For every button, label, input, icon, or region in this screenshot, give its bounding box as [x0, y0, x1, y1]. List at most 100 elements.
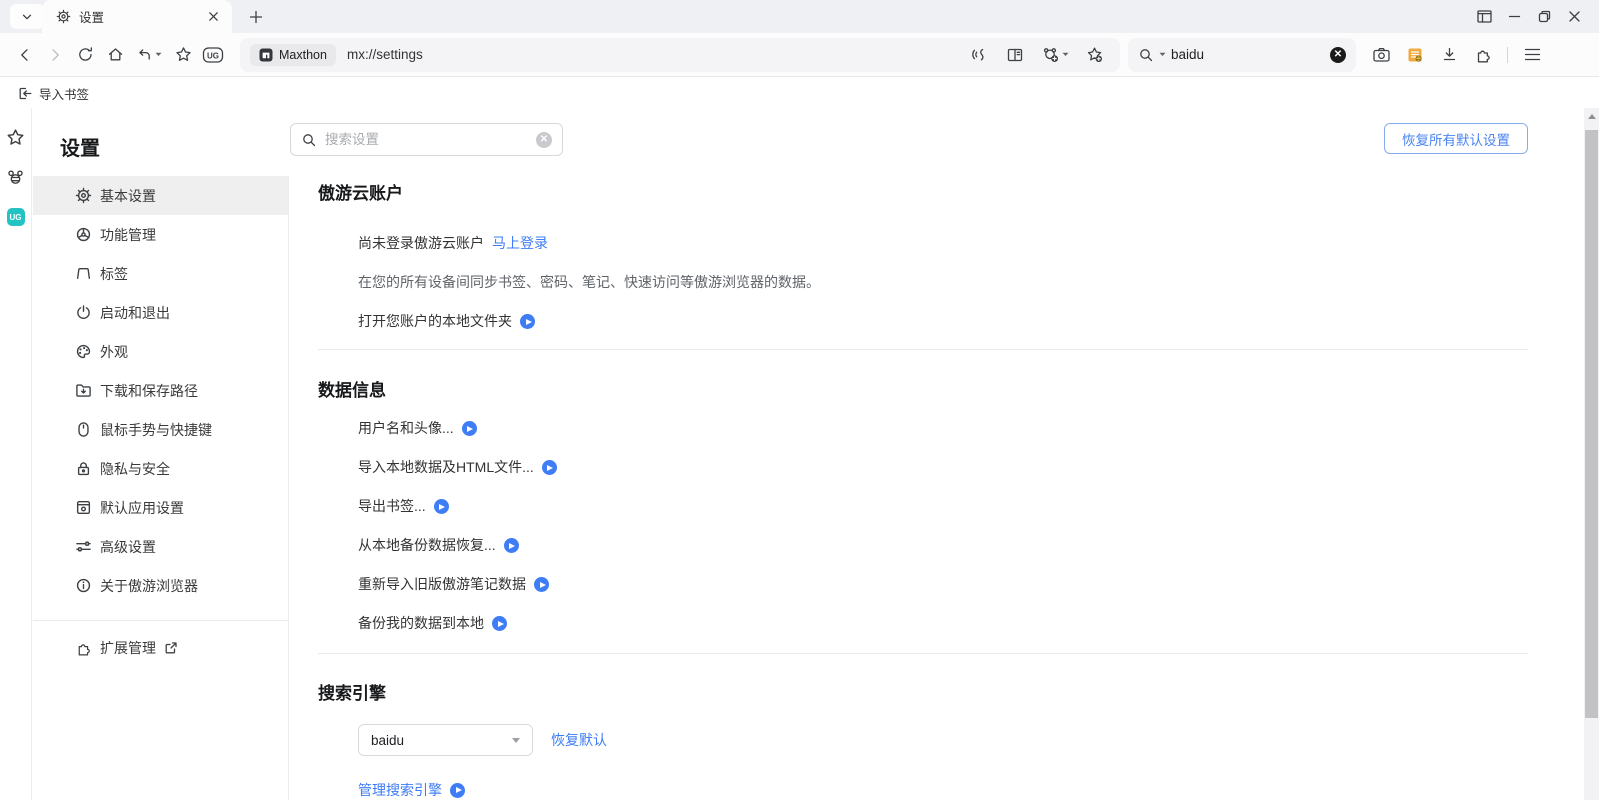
nav-item-appearance[interactable]: 外观: [33, 332, 288, 371]
nav-item-extensions[interactable]: 扩展管理: [33, 633, 288, 663]
nav-item-startup-exit[interactable]: 启动和退出: [33, 293, 288, 332]
circle-play-icon[interactable]: [534, 577, 549, 592]
nav-item-tabs[interactable]: 标签: [33, 254, 288, 293]
import-bookmarks-label: 导入书签: [39, 84, 89, 103]
svg-text:UG: UG: [207, 51, 219, 60]
data-row-label: 重新导入旧版傲游笔记数据: [358, 575, 526, 594]
restore-default-engine-link[interactable]: 恢复默认: [551, 730, 607, 750]
screenshot-camera-button[interactable]: [1366, 40, 1396, 70]
data-row[interactable]: 重新导入旧版傲游笔记数据: [318, 575, 1528, 594]
home-button[interactable]: [100, 40, 130, 70]
maxnote-button[interactable]: [1400, 40, 1430, 70]
restore-defaults-button[interactable]: 恢复所有默认设置: [1384, 123, 1528, 154]
nav-item-label: 关于傲游浏览器: [100, 576, 198, 596]
import-bookmark-icon: [18, 86, 33, 101]
reload-button[interactable]: [70, 40, 100, 70]
open-local-folder-label: 打开您账户的本地文件夹: [358, 312, 512, 331]
split-screen-button[interactable]: [1469, 0, 1499, 32]
nav-item-download-paths[interactable]: 下载和保存路径: [33, 371, 288, 410]
restore-button[interactable]: [1529, 0, 1559, 32]
search-icon: [1138, 47, 1154, 63]
account-status-text: 尚未登录傲游云账户: [358, 234, 484, 253]
chevron-down-icon: [21, 11, 33, 23]
data-row[interactable]: 用户名和头像...: [318, 419, 1528, 438]
star-button[interactable]: [168, 40, 198, 70]
browser-search-box[interactable]: baidu ✕: [1128, 38, 1356, 72]
toolbar: UG Maxthon mx://settings: [0, 33, 1599, 77]
nav-item-advanced[interactable]: 高级设置: [33, 527, 288, 566]
reader-mode-button[interactable]: [1000, 40, 1030, 70]
nav-item-label: 功能管理: [100, 225, 156, 245]
back-button[interactable]: [10, 40, 40, 70]
panda-add-button[interactable]: [1036, 40, 1074, 70]
data-row[interactable]: 导入本地数据及HTML文件...: [318, 458, 1528, 477]
circle-play-icon[interactable]: [520, 314, 535, 329]
data-row[interactable]: 导出书签...: [318, 497, 1528, 516]
window-controls: [1469, 0, 1589, 32]
search-engine-select[interactable]: baidu: [358, 724, 533, 756]
search-engine-caret-icon[interactable]: [1159, 52, 1166, 57]
menu-button[interactable]: [1517, 40, 1547, 70]
import-bookmarks-item[interactable]: 导入书签: [12, 81, 95, 106]
search-clear-icon[interactable]: ✕: [1330, 47, 1346, 63]
ug-teal-badge[interactable]: UG: [7, 208, 25, 226]
nav-item-label: 鼠标手势与快捷键: [100, 420, 212, 440]
read-aloud-button[interactable]: [964, 40, 994, 70]
site-chip[interactable]: Maxthon: [250, 44, 336, 66]
nav-item-privacy-security[interactable]: 隐私与安全: [33, 449, 288, 488]
nav-item-mouse-gestures[interactable]: 鼠标手势与快捷键: [33, 410, 288, 449]
bee-icon[interactable]: [6, 168, 25, 187]
settings-search-box[interactable]: ✕: [290, 123, 563, 156]
tab-title: 设置: [79, 7, 196, 26]
data-row-label: 导出书签...: [358, 497, 426, 516]
nav-item-basic-settings[interactable]: 基本设置: [33, 176, 288, 215]
circle-play-icon[interactable]: [492, 616, 507, 631]
new-tab-button[interactable]: [243, 5, 269, 29]
scrollbar-thumb[interactable]: [1585, 130, 1598, 718]
side-rail: UG: [0, 108, 32, 800]
data-row-label: 从本地备份数据恢复...: [358, 536, 496, 555]
ug-badge-icon[interactable]: UG: [198, 40, 228, 70]
add-favorite-button[interactable]: [1080, 40, 1110, 70]
manage-search-engines-row[interactable]: 管理搜索引擎: [318, 780, 1528, 800]
tab-close-icon[interactable]: [204, 8, 222, 26]
info-icon: [75, 577, 92, 594]
circle-play-icon[interactable]: [542, 460, 557, 475]
data-row[interactable]: 从本地备份数据恢复...: [318, 536, 1528, 555]
browser-search-value[interactable]: baidu: [1171, 47, 1325, 62]
toolbar-right-icons: [1366, 40, 1547, 70]
maxthon-logo-icon: [259, 48, 273, 62]
download-button[interactable]: [1434, 40, 1464, 70]
circle-play-icon[interactable]: [462, 421, 477, 436]
data-row-label: 用户名和头像...: [358, 419, 454, 438]
active-tab[interactable]: 设置: [42, 0, 232, 33]
circle-play-icon[interactable]: [434, 499, 449, 514]
circle-play-icon[interactable]: [450, 783, 465, 798]
page-scrollbar[interactable]: [1584, 108, 1599, 800]
settings-nav: 基本设置 功能管理 标签 启动和退出 外观 下载和保存路径 鼠标手势与快捷键 隐…: [33, 176, 289, 800]
data-row[interactable]: 备份我的数据到本地: [318, 614, 1528, 633]
open-local-folder-row[interactable]: 打开您账户的本地文件夹: [318, 312, 1528, 331]
favorites-star-icon[interactable]: [6, 128, 25, 147]
minimize-button[interactable]: [1499, 0, 1529, 32]
undo-caret-icon: [155, 52, 162, 57]
nav-item-feature-management[interactable]: 功能管理: [33, 215, 288, 254]
scroll-up-arrow[interactable]: [1584, 108, 1599, 124]
settings-search-clear-icon[interactable]: ✕: [536, 132, 552, 148]
url-text[interactable]: mx://settings: [347, 47, 423, 62]
circle-play-icon[interactable]: [504, 538, 519, 553]
close-window-button[interactable]: [1559, 0, 1589, 32]
tab-list-button[interactable]: [10, 4, 44, 29]
settings-search-input[interactable]: [325, 132, 528, 147]
nav-item-default-apps[interactable]: 默认应用设置: [33, 488, 288, 527]
forward-button[interactable]: [40, 40, 70, 70]
nav-item-about[interactable]: 关于傲游浏览器: [33, 566, 288, 605]
undo-button[interactable]: [130, 40, 168, 70]
settings-search-icon: [301, 132, 317, 148]
login-now-link[interactable]: 马上登录: [492, 234, 548, 253]
address-bar[interactable]: Maxthon mx://settings: [240, 38, 1120, 72]
manage-search-engines-link[interactable]: 管理搜索引擎: [358, 780, 442, 800]
nav-item-label: 基本设置: [100, 186, 156, 206]
search-engine-value: baidu: [371, 733, 404, 748]
extensions-puzzle-button[interactable]: [1468, 40, 1498, 70]
